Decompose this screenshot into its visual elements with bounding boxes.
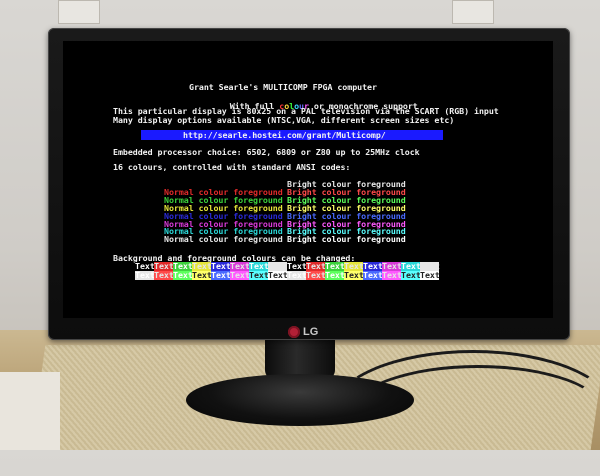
background-cell-text: Text [268, 270, 288, 280]
background-cell-text: Text [249, 270, 269, 280]
processor-line: Embedded processor choice: 6502, 6809 or… [113, 147, 420, 157]
url-text: http://searle.hostei.com/grant/Multicomp… [183, 130, 386, 140]
monitor-screen: Grant Searle's MULTICOMP FPGA computer W… [63, 41, 553, 318]
background-cell-text: Text [401, 270, 421, 280]
monitor-base [186, 374, 414, 426]
background-cell-text: Text [154, 270, 174, 280]
background-cell-text: Text [306, 270, 326, 280]
background-cell-text: Text [382, 270, 402, 280]
background-cell-text: Text [325, 270, 345, 280]
background-cell-text: Text [135, 270, 155, 280]
background-cell-text: Text [211, 270, 231, 280]
background-cell-text: Text [173, 270, 193, 280]
background-cell-text: Text [344, 270, 364, 280]
wall-bracket-left [58, 0, 100, 24]
monitor-brand: LG [303, 326, 319, 338]
bright-colour-row: Bright colour foreground [287, 234, 406, 245]
table-edge [0, 372, 60, 450]
display-line-2: Many display options available (NTSC,VGA… [113, 115, 455, 125]
lg-logo-icon [288, 326, 300, 338]
background-cell-text: Text [287, 270, 307, 280]
background-cell-text: Text [420, 270, 440, 280]
background-cell-text: Text [192, 270, 212, 280]
normal-colour-row: Normal colour foreground [164, 234, 283, 245]
background-cell-text: Text [363, 270, 383, 280]
background-cell-text: Text [230, 270, 250, 280]
colours-line: 16 colours, controlled with standard ANS… [113, 162, 351, 172]
wall-bracket-right [452, 0, 494, 24]
